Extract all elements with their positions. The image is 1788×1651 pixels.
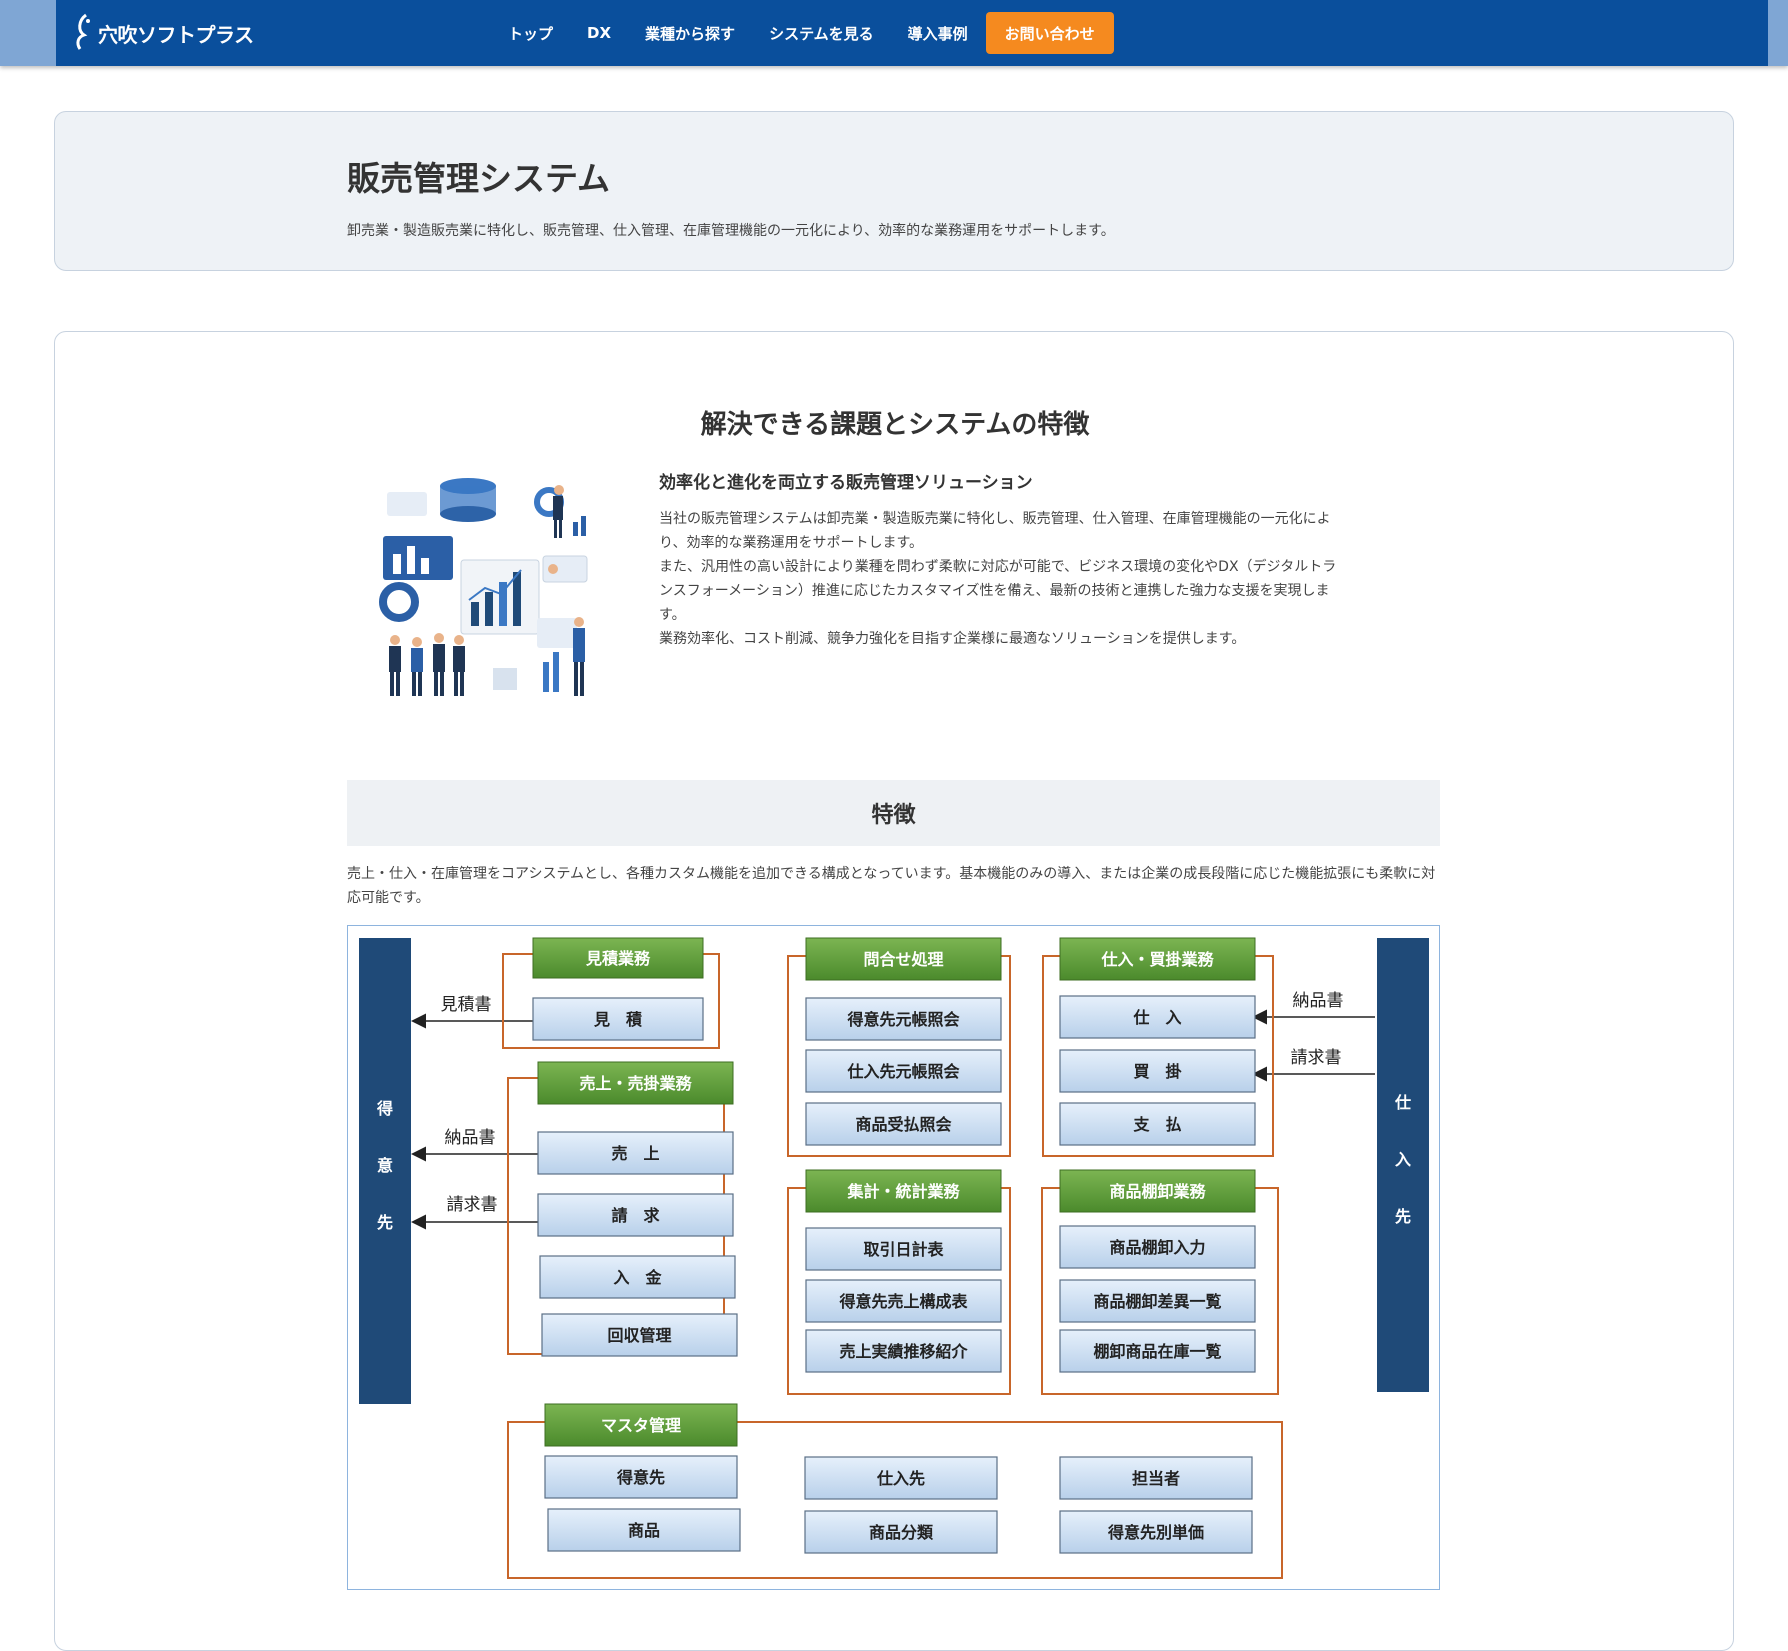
main-card: 解決できる課題とシステムの特徴 効率化と進化を両立する販売管理ソリューション 当… <box>54 331 1734 1651</box>
site-header: 穴吹ソフトプラス トップ DX 業種から探す システムを見る 導入事例 お問い合… <box>0 0 1788 66</box>
function-label: 得意先 <box>616 1468 665 1487</box>
group-title: 商品棚卸業務 <box>1109 1182 1206 1201</box>
supplier-label-3: 先 <box>1395 1207 1411 1226</box>
function-label: 得意先元帳照会 <box>846 1010 959 1029</box>
nav-industry[interactable]: 業種から探す <box>645 23 735 44</box>
header-left-strip <box>0 0 56 66</box>
arrow-label-quote: 見積書 <box>441 995 492 1015</box>
group-title: 見積業務 <box>585 949 651 968</box>
features-description: 売上・仕入・在庫管理をコアシステムとし、各種カスタム機能を追加できる構成となって… <box>347 866 1436 906</box>
supplier-label-1: 仕 <box>1394 1093 1411 1112</box>
section-title: 解決できる課題とシステムの特徴 <box>700 410 1090 440</box>
intro-paragraph-2: また、汎用性の高い設計により業種を問わず柔軟に対応が可能で、ビジネス環境の変化や… <box>659 559 1337 623</box>
hero-card: 販売管理システム 卸売業・製造販売業に特化し、販売管理、仕入管理、在庫管理機能の… <box>54 111 1734 271</box>
function-label: 得意先別単価 <box>1107 1523 1204 1542</box>
function-label: 買 掛 <box>1133 1062 1181 1081</box>
function-label: 商品分類 <box>869 1523 934 1542</box>
customer-label-3: 先 <box>377 1213 393 1232</box>
page-title: 販売管理システム <box>347 159 611 198</box>
intro-subtitle: 効率化と進化を両立する販売管理ソリューション <box>659 473 1033 493</box>
arrow-label-invoice-right: 請求書 <box>1291 1048 1342 1068</box>
nav-cases[interactable]: 導入事例 <box>908 23 968 44</box>
nav-dx[interactable]: DX <box>587 24 611 42</box>
function-label: 仕入先 <box>876 1469 925 1488</box>
function-label: 商品 <box>628 1521 660 1540</box>
nav-top[interactable]: トップ <box>508 23 553 44</box>
function-label: 商品棚卸入力 <box>1109 1238 1205 1257</box>
function-label: 得意先売上構成表 <box>838 1292 968 1311</box>
intro-block: 効率化と進化を両立する販売管理ソリューション 当社の販売管理システムは卸売業・製… <box>659 468 1349 651</box>
customer-label-1: 得 <box>376 1099 393 1118</box>
function-label: 仕 入 <box>1132 1008 1181 1027</box>
function-label: 商品受払照会 <box>855 1115 951 1134</box>
system-structure-diagram: 得 意 先 仕 入 先 見積書 納品書 請求書 納品書 請求書 見積業務見 積売… <box>347 925 1440 1590</box>
hero-lead: 卸売業・製造販売業に特化し、販売管理、仕入管理、在庫管理機能の一元化により、効率… <box>347 223 1115 239</box>
group-title: 集計・統計業務 <box>846 1182 960 1201</box>
site-logo[interactable]: 穴吹ソフトプラス <box>72 12 254 54</box>
arrow-label-delivery-left: 納品書 <box>445 1128 496 1148</box>
function-label: 入 金 <box>613 1268 662 1287</box>
header-right-strip <box>1768 0 1788 66</box>
customer-label-2: 意 <box>377 1156 393 1175</box>
supplier-label-2: 入 <box>1395 1150 1411 1169</box>
logo-text: 穴吹ソフトプラス <box>98 22 254 47</box>
group-title: 売上・売掛業務 <box>579 1074 692 1093</box>
function-label: 見 積 <box>593 1010 643 1029</box>
business-illustration <box>379 478 588 696</box>
logo-mark-icon <box>76 13 90 50</box>
group-title: マスタ管理 <box>601 1416 681 1435</box>
nav-systems[interactable]: システムを見る <box>769 23 874 44</box>
function-label: 商品棚卸差異一覧 <box>1093 1292 1221 1311</box>
intro-paragraph-3: 業務効率化、コスト削減、競争力強化を目指す企業様に最適なソリューションを提供しま… <box>659 631 1246 647</box>
function-label: 担当者 <box>1132 1469 1180 1488</box>
function-label: 売 上 <box>611 1144 659 1163</box>
function-label: 回収管理 <box>607 1326 671 1345</box>
features-heading: 特徴 <box>347 780 1440 846</box>
group-title: 問合せ処理 <box>863 950 943 969</box>
function-label: 売上実績推移紹介 <box>839 1342 968 1361</box>
intro-paragraph-1: 当社の販売管理システムは卸売業・製造販売業に特化し、販売管理、仕入管理、在庫管理… <box>659 511 1331 551</box>
function-label: 仕入先元帳照会 <box>846 1062 959 1081</box>
function-label: 請 求 <box>611 1206 660 1225</box>
function-label: 棚卸商品在庫一覧 <box>1093 1342 1221 1361</box>
contact-button[interactable]: お問い合わせ <box>985 12 1114 54</box>
group-title: 仕入・買掛業務 <box>1100 950 1214 969</box>
global-nav: トップ DX 業種から探す システムを見る 導入事例 お問い合わせ <box>508 12 1114 54</box>
arrow-label-invoice-left: 請求書 <box>447 1195 498 1215</box>
arrow-label-delivery-right: 納品書 <box>1293 991 1344 1011</box>
function-label: 支 払 <box>1132 1115 1181 1134</box>
function-label: 取引日計表 <box>863 1240 944 1259</box>
